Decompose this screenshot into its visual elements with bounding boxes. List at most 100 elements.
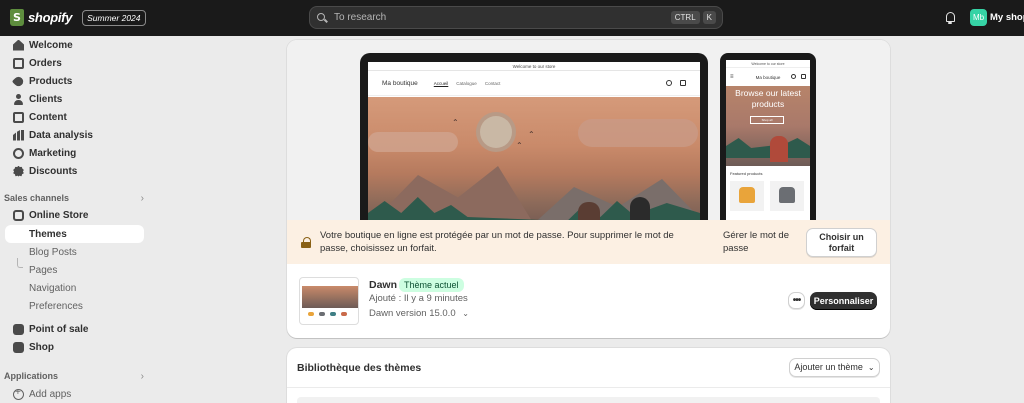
shortcut-key-k: K — [702, 11, 716, 24]
thumbnail-product — [341, 312, 347, 316]
shop-icon — [13, 341, 24, 353]
sidebar-item-welcome[interactable]: Welcome — [5, 36, 144, 54]
current-theme-badge: Thème actuel — [399, 278, 464, 292]
sidebar-subitem-navigation[interactable]: Navigation — [5, 279, 144, 297]
choose-plan-button[interactable]: Choisir un forfait — [806, 228, 877, 257]
sidebar-item-label: Products — [29, 75, 73, 87]
search-icon — [316, 12, 328, 24]
thumbnail-hero — [302, 286, 358, 308]
sidebar-subitem-label: Preferences — [29, 300, 83, 312]
more-actions-button[interactable]: ••• — [788, 292, 805, 309]
sidebar-subitem-label: Themes — [29, 228, 67, 240]
lock-icon — [301, 237, 311, 248]
sidebar-item-online-store[interactable]: Online Store — [5, 206, 144, 224]
hero-person — [770, 136, 788, 162]
orders-icon — [13, 57, 24, 69]
mobile-hero-text: Browse our latest products — [735, 88, 801, 109]
sidebar-item-label: Shop — [29, 341, 54, 353]
mobile-screen: Welcome to our store ≡ Ma boutique Brows… — [726, 60, 810, 220]
sidebar-item-label: Marketing — [29, 147, 77, 159]
mobile-announcement: Welcome to our store — [726, 60, 810, 68]
avatar[interactable]: Mb — [970, 9, 987, 26]
desktop-hero-image: ⌃ ⌃ ⌃ — [368, 97, 700, 220]
desktop-preview: Welcome to our store Ma boutique Accueil… — [360, 53, 708, 220]
mobile-product-card — [770, 181, 804, 211]
sidebar-item-label: Point of sale — [29, 323, 89, 335]
content-icon — [13, 111, 24, 123]
bell-icon[interactable] — [944, 11, 956, 24]
add-theme-label: Ajouter un thème — [794, 362, 863, 372]
hero-cloud — [368, 132, 458, 152]
product-image — [739, 187, 755, 203]
discount-icon — [13, 165, 24, 177]
shopify-logo[interactable]: shopify Summer 2024 — [10, 9, 146, 26]
shop-name[interactable]: My shop — [990, 12, 1024, 23]
sidebar-item-marketing[interactable]: Marketing — [5, 144, 144, 162]
person-icon — [13, 93, 24, 105]
sales-channels-header[interactable]: Sales channels › — [4, 191, 144, 205]
product-image — [779, 187, 795, 203]
desktop-nav-item: Accueil — [433, 80, 449, 86]
sidebar-item-label: Welcome — [29, 39, 73, 51]
mobile-featured-label: Featured products — [730, 171, 763, 176]
sidebar: Welcome Orders Products Clients Content … — [0, 36, 154, 403]
desktop-announcement: Welcome to our store — [368, 62, 700, 71]
sales-channels-label: Sales channels — [4, 193, 70, 203]
sidebar-item-data-analysis[interactable]: Data analysis — [5, 126, 144, 144]
desktop-nav-item: Catalogue — [456, 80, 477, 86]
search-placeholder: To research — [334, 12, 387, 23]
sidebar-item-shop[interactable]: Shop — [5, 338, 144, 356]
sidebar-item-clients[interactable]: Clients — [5, 90, 144, 108]
theme-library-card: Bibliothèque des thèmes Ajouter un thème… — [287, 348, 890, 403]
theme-library-title: Bibliothèque des thèmes — [297, 362, 422, 374]
chart-icon — [13, 129, 24, 141]
current-theme-card: Welcome to our store Ma boutique Accueil… — [287, 40, 890, 338]
sidebar-item-point-of-sale[interactable]: Point of sale — [5, 320, 144, 338]
theme-version-label: Dawn version 15.0.0 — [369, 308, 456, 319]
cart-icon — [801, 74, 806, 79]
top-bar: shopify Summer 2024 To research CTRL K M… — [0, 0, 1024, 36]
tag-icon — [11, 74, 26, 88]
mobile-store-header: ≡ Ma boutique — [726, 68, 810, 86]
sidebar-subitem-blog-posts[interactable]: Blog Posts — [5, 243, 144, 261]
point-of-sale-icon — [13, 323, 24, 335]
sidebar-item-label: Add apps — [29, 388, 72, 400]
thumbnail-products — [308, 312, 347, 316]
sidebar-item-discounts[interactable]: Discounts — [5, 162, 144, 180]
customize-button[interactable]: Personnaliser — [810, 292, 877, 310]
sidebar-item-products[interactable]: Products — [5, 72, 144, 90]
add-theme-button[interactable]: Ajouter un thème ⌄ — [789, 358, 880, 377]
chevron-down-icon: ⌄ — [462, 309, 469, 318]
hero-person — [578, 202, 600, 220]
mobile-product-card — [730, 181, 764, 211]
sidebar-item-content[interactable]: Content — [5, 108, 144, 126]
current-theme-row: Dawn Thème actuel Ajouté : Il y a 9 minu… — [287, 264, 890, 338]
sidebar-subitem-pages[interactable]: Pages — [5, 261, 144, 279]
hero-person — [630, 197, 650, 220]
sidebar-item-orders[interactable]: Orders — [5, 54, 144, 72]
search-bar[interactable]: To research CTRL K — [309, 6, 723, 29]
chevron-right-icon: › — [140, 192, 144, 204]
applications-header[interactable]: Applications › — [4, 369, 144, 383]
menu-icon: ≡ — [730, 74, 734, 80]
theme-added-time: Ajouté : Il y a 9 minutes — [369, 293, 468, 304]
store-icon — [13, 209, 24, 221]
search-icon — [791, 74, 796, 79]
chevron-down-icon: ⌄ — [867, 363, 875, 372]
manage-password-link[interactable]: Gérer le mot de passe — [723, 229, 803, 255]
sidebar-item-add-apps[interactable]: Add apps — [5, 385, 144, 403]
theme-version[interactable]: Dawn version 15.0.0 ⌄ — [369, 308, 469, 319]
theme-preview[interactable]: Welcome to our store Ma boutique Accueil… — [287, 40, 890, 220]
library-placeholder — [297, 397, 880, 403]
shortcut-key-ctrl: CTRL — [670, 11, 700, 24]
hero-trees — [726, 138, 810, 158]
theme-thumbnail[interactable] — [299, 277, 359, 325]
desktop-nav-item: Contact — [484, 80, 501, 86]
edition-badge[interactable]: Summer 2024 — [82, 9, 146, 26]
hero-cloud — [578, 119, 698, 147]
sidebar-item-label: Orders — [29, 57, 62, 69]
sidebar-subitem-themes[interactable]: Themes — [5, 225, 144, 243]
sidebar-subitem-preferences[interactable]: Preferences — [5, 297, 144, 315]
mobile-store-name: Ma boutique — [755, 74, 781, 80]
hero-sun — [480, 116, 512, 148]
